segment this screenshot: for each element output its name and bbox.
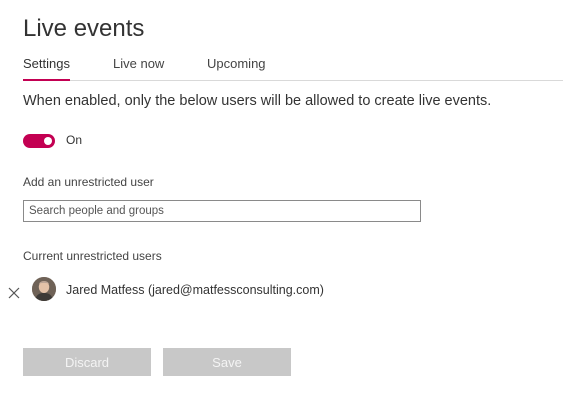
toggle-knob [44, 137, 52, 145]
active-tab-indicator [23, 79, 70, 81]
tab-settings-label: Settings [23, 56, 70, 71]
tab-settings[interactable]: Settings [23, 56, 70, 81]
discard-button[interactable]: Discard [23, 348, 151, 376]
live-events-page: Live events Settings Live now Upcoming W… [0, 0, 563, 409]
close-icon[interactable] [8, 287, 20, 299]
tab-upcoming[interactable]: Upcoming [207, 56, 266, 80]
current-users-label: Current unrestricted users [23, 249, 162, 263]
description-text: When enabled, only the below users will … [23, 93, 492, 109]
save-button[interactable]: Save [163, 348, 291, 376]
user-avatar [32, 277, 56, 301]
page-title: Live events [23, 15, 145, 42]
tab-live-now[interactable]: Live now [113, 56, 164, 80]
search-people-input[interactable] [23, 200, 421, 222]
tab-bar: Settings Live now Upcoming [23, 56, 563, 81]
add-user-label: Add an unrestricted user [23, 175, 154, 189]
toggle-state-label: On [66, 133, 83, 147]
tab-upcoming-label: Upcoming [207, 56, 266, 71]
enable-toggle[interactable] [23, 134, 55, 148]
user-name-email: Jared Matfess (jared@matfessconsulting.c… [66, 283, 324, 297]
tab-live-now-label: Live now [113, 56, 165, 71]
